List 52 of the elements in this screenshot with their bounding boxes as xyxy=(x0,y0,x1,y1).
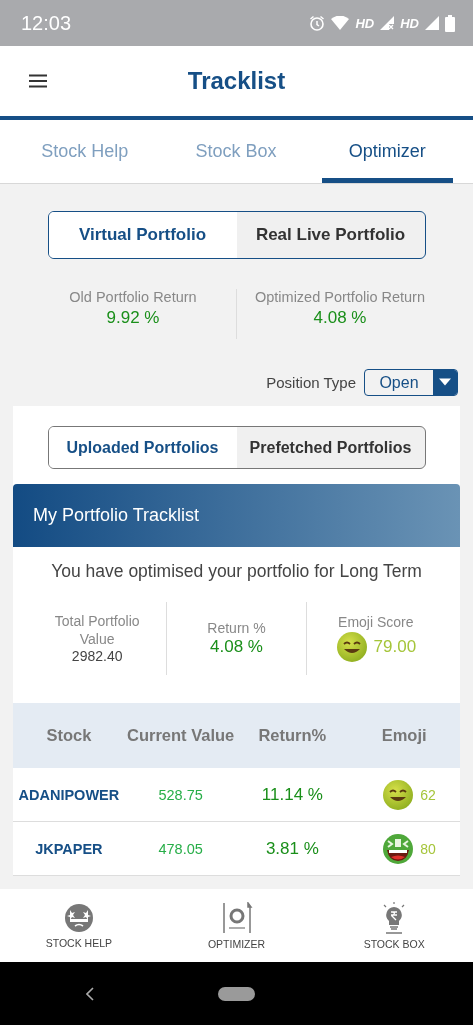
nav-label[interactable]: OPTIMIZER xyxy=(207,937,266,950)
alarm-icon xyxy=(309,15,326,31)
segment-button[interactable]: Real Live Portfolio xyxy=(236,212,425,258)
emoji-score: 62 xyxy=(420,786,436,803)
network-label: HD xyxy=(400,15,419,31)
column-header: Return% xyxy=(236,703,349,768)
stock-name[interactable]: ADANIPOWER xyxy=(18,786,120,803)
stat-label: Total Portfolio Value xyxy=(53,612,141,649)
stock-name[interactable]: JKPAPER xyxy=(35,840,103,857)
return-value: 11.14 % xyxy=(261,784,323,804)
battery-icon xyxy=(445,14,455,32)
home-button[interactable] xyxy=(218,986,255,1001)
network-label: HD xyxy=(355,15,375,31)
current-value: 528.75 xyxy=(158,786,203,803)
status-time: 12:03 xyxy=(21,11,72,35)
tab[interactable]: Optimizer xyxy=(321,120,453,183)
caret-icon xyxy=(433,370,457,395)
position-type-dropdown[interactable]: Open xyxy=(364,369,458,396)
return-label: Old Portfolio Return xyxy=(69,289,197,305)
current-value: 478.05 xyxy=(158,840,203,857)
star-eyed-face-icon[interactable] xyxy=(63,902,94,933)
return-value: 9.92 % xyxy=(106,308,160,328)
nav-label[interactable]: STOCK HELP xyxy=(45,936,112,949)
emoji-score: 79.00 xyxy=(373,637,417,658)
stat-value: 2982.40 xyxy=(71,648,123,665)
screen-title: Tracklist xyxy=(187,67,286,95)
document-chart-icon[interactable] xyxy=(220,901,253,934)
laughing-face-icon xyxy=(382,832,415,865)
return-label: Optimized Portfolio Return xyxy=(254,289,425,305)
stat-value: 4.08 % xyxy=(210,637,263,658)
segment-button[interactable]: Virtual Portfolio xyxy=(48,212,237,258)
return-value: 4.08 % xyxy=(313,308,367,328)
position-type-label: Position Type xyxy=(266,374,356,391)
signal-icon xyxy=(425,16,439,30)
segment-button[interactable]: Uploaded Portfolios xyxy=(48,427,237,469)
back-icon[interactable] xyxy=(86,986,94,1001)
nav-label[interactable]: STOCK BOX xyxy=(363,937,425,950)
return-value: 3.81 % xyxy=(265,838,319,858)
stat-label: Return % xyxy=(207,619,266,638)
smiling-face-icon xyxy=(382,778,415,811)
segment-button[interactable]: Prefetched Portfolios xyxy=(236,427,425,469)
stat-label: Emoji Score xyxy=(338,613,414,632)
menu-icon[interactable] xyxy=(29,74,47,88)
wifi-icon xyxy=(331,16,350,30)
column-header: Stock xyxy=(13,703,125,768)
column-header: Current Value xyxy=(124,703,237,768)
emoji-score: 80 xyxy=(420,840,436,857)
smiling-face-icon xyxy=(335,631,368,664)
signal-icon xyxy=(380,16,395,30)
column-header: Emoji xyxy=(348,703,460,768)
optimisation-note: You have optimised your portfolio for Long Term xyxy=(50,560,423,582)
card-title: My Portfolio Tracklist xyxy=(33,504,200,526)
